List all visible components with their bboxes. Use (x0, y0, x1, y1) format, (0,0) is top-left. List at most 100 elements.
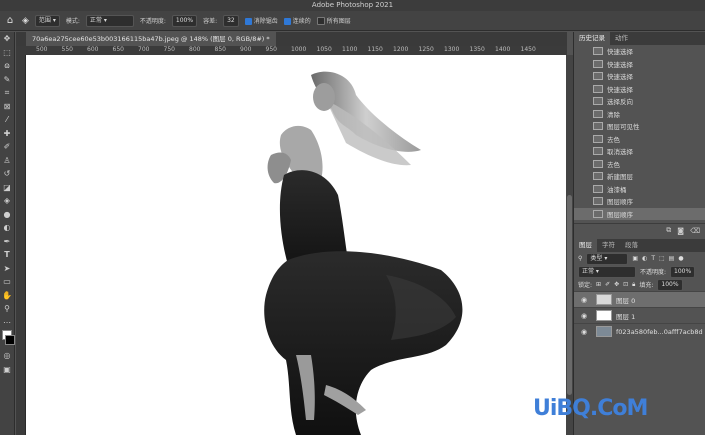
history-item[interactable]: 图层顺序 (574, 207, 705, 220)
contiguous-checkbox[interactable] (283, 18, 291, 25)
all-layers-checkbox[interactable] (316, 17, 325, 26)
filter-toggle-icon[interactable]: ● (678, 255, 683, 262)
fill-source-select[interactable]: 范围 ▾ (34, 14, 60, 27)
eye-icon[interactable]: ◉ (578, 296, 590, 304)
layers-panel-tabs: 图层 字符 段落 (574, 239, 705, 252)
paint-bucket-tool-icon[interactable]: ◈ (22, 16, 29, 26)
layer-opacity-input[interactable]: 100% (670, 265, 696, 278)
layer-filter-select[interactable]: 类型 ▾ (586, 252, 629, 265)
tab-character[interactable]: 字符 (597, 239, 620, 252)
healing-tool-icon[interactable]: ✚ (0, 127, 14, 141)
antialias-checkbox[interactable] (244, 18, 252, 25)
history-item[interactable]: 油漆桶 (574, 183, 705, 196)
history-item[interactable]: 清除 (574, 108, 705, 121)
history-item[interactable]: 快速选择 (574, 83, 705, 96)
ruler-tick-label: 1350 (469, 46, 485, 53)
brush-tool-icon[interactable]: ✐ (0, 140, 14, 154)
tolerance-input[interactable]: 32 (223, 14, 239, 27)
eye-icon[interactable]: ◉ (578, 312, 590, 320)
eraser-tool-icon[interactable]: ◪ (0, 181, 14, 195)
history-item-label: 去色 (607, 135, 620, 144)
history-item[interactable]: 去色 (574, 133, 705, 146)
history-item[interactable]: 快速选择 (574, 45, 705, 58)
marquee-tool-icon[interactable]: ⬚ (0, 46, 14, 60)
history-item[interactable]: 快速选择 (574, 58, 705, 71)
ruler-tick-label: 850 (214, 46, 226, 53)
scrollbar-thumb[interactable] (567, 195, 572, 395)
paint-bucket-icon[interactable]: ◈ (0, 194, 14, 208)
eyedropper-tool-icon[interactable]: ⁄ (0, 113, 14, 127)
hand-tool-icon[interactable]: ✋ (0, 289, 14, 303)
filter-adjust-icon[interactable]: ◐ (642, 255, 647, 262)
lock-all-icon[interactable]: 🔒︎ (632, 281, 635, 289)
layer-filter-row: ⚲ 类型 ▾ ▣ ◐ T ⬚ ▤ ● (574, 252, 705, 265)
type-tool-icon[interactable]: T (0, 248, 14, 262)
fill-input[interactable]: 100% (657, 278, 683, 291)
all-layers-option[interactable]: 所有图层 (316, 16, 351, 26)
filter-smart-icon[interactable]: ▤ (669, 255, 675, 262)
filter-shape-icon[interactable]: ⬚ (659, 255, 665, 262)
tab-paragraph[interactable]: 段落 (620, 239, 643, 252)
lock-transparent-icon[interactable]: ⊞ (596, 281, 601, 288)
right-panels: 历史记录 动作 快速选择 快速选择 快速选择 快速选择 选择反向 清除 图层可见性 去色 取消选… (573, 32, 705, 435)
layer-row[interactable]: ◉ 图层 1 (574, 307, 705, 323)
ruler-tick-label: 950 (265, 46, 277, 53)
vertical-scrollbar[interactable] (566, 55, 573, 435)
watermark-logo: UiBQ.CoM (533, 396, 648, 421)
eye-icon[interactable]: ◉ (578, 328, 590, 336)
shape-tool-icon[interactable]: ▭ (0, 275, 14, 289)
blend-mode-select[interactable]: 正常 ▾ (578, 265, 636, 278)
contiguous-option[interactable]: 连续的 (283, 16, 311, 25)
move-tool-icon[interactable]: ✥ (0, 32, 14, 46)
history-item[interactable]: 图层可见性 (574, 120, 705, 133)
screen-mode-icon[interactable]: ▣ (0, 363, 14, 377)
history-item[interactable]: 新建图层 (574, 170, 705, 183)
history-item[interactable]: 去色 (574, 158, 705, 171)
tab-layers[interactable]: 图层 (574, 239, 597, 252)
more-tools-icon[interactable]: ⋯ (0, 316, 14, 330)
photo-dancer (264, 71, 463, 435)
filter-type-icon[interactable]: T (651, 255, 655, 262)
history-brush-tool-icon[interactable]: ↺ (0, 167, 14, 181)
home-icon[interactable]: ⌂ (4, 15, 16, 27)
frame-tool-icon[interactable]: ⊠ (0, 100, 14, 114)
opacity-input[interactable]: 100% (171, 14, 198, 27)
blur-tool-icon[interactable]: ● (0, 208, 14, 222)
lasso-tool-icon[interactable]: ɷ (0, 59, 14, 73)
ruler-tick-label: 1200 (393, 46, 409, 53)
quick-select-tool-icon[interactable]: ✎ (0, 73, 14, 87)
history-item[interactable]: 选择反向 (574, 95, 705, 108)
history-step-icon (593, 172, 603, 181)
tab-history[interactable]: 历史记录 (574, 32, 610, 45)
document-tab[interactable]: 70a6ea275cee60e53b003166115ba47b.jpeg @ … (26, 32, 276, 46)
path-select-tool-icon[interactable]: ➤ (0, 262, 14, 276)
history-item[interactable]: 快速选择 (574, 70, 705, 83)
quick-mask-icon[interactable]: ◎ (0, 349, 14, 363)
mode-select[interactable]: 正常 ▾ (85, 14, 134, 27)
zoom-tool-icon[interactable]: ⚲ (0, 302, 14, 316)
history-item[interactable]: 图层顺序 (574, 195, 705, 208)
new-snapshot-icon[interactable]: ⧉ (666, 226, 671, 235)
history-panel-tabs: 历史记录 动作 (574, 32, 705, 45)
lock-artboard-icon[interactable]: ⊡ (623, 281, 628, 288)
stamp-tool-icon[interactable]: ♙ (0, 154, 14, 168)
tab-actions[interactable]: 动作 (610, 32, 633, 45)
pen-tool-icon[interactable]: ✒ (0, 235, 14, 249)
lock-position-icon[interactable]: ✥ (614, 281, 619, 288)
dodge-tool-icon[interactable]: ◐ (0, 221, 14, 235)
trash-icon[interactable]: ⌫ (690, 227, 700, 235)
camera-icon[interactable]: ◙ (677, 227, 684, 235)
antialias-option[interactable]: 消除锯齿 (244, 16, 278, 25)
layer-row[interactable]: ◉ f023a580feb...0afff7acb8d (574, 323, 705, 339)
lock-pixels-icon[interactable]: ✐ (605, 281, 610, 288)
history-step-icon (593, 109, 603, 118)
opacity-label: 不透明度: (139, 18, 166, 25)
history-item-label: 图层可见性 (607, 123, 640, 132)
history-step-icon (593, 159, 603, 168)
color-swatches-icon[interactable] (0, 329, 15, 349)
crop-tool-icon[interactable]: ⌗ (0, 86, 14, 100)
filter-pixel-icon[interactable]: ▣ (632, 255, 638, 262)
canvas[interactable] (26, 55, 566, 435)
layer-row[interactable]: ◉ 图层 0 (574, 291, 705, 307)
history-item[interactable]: 取消选择 (574, 145, 705, 158)
